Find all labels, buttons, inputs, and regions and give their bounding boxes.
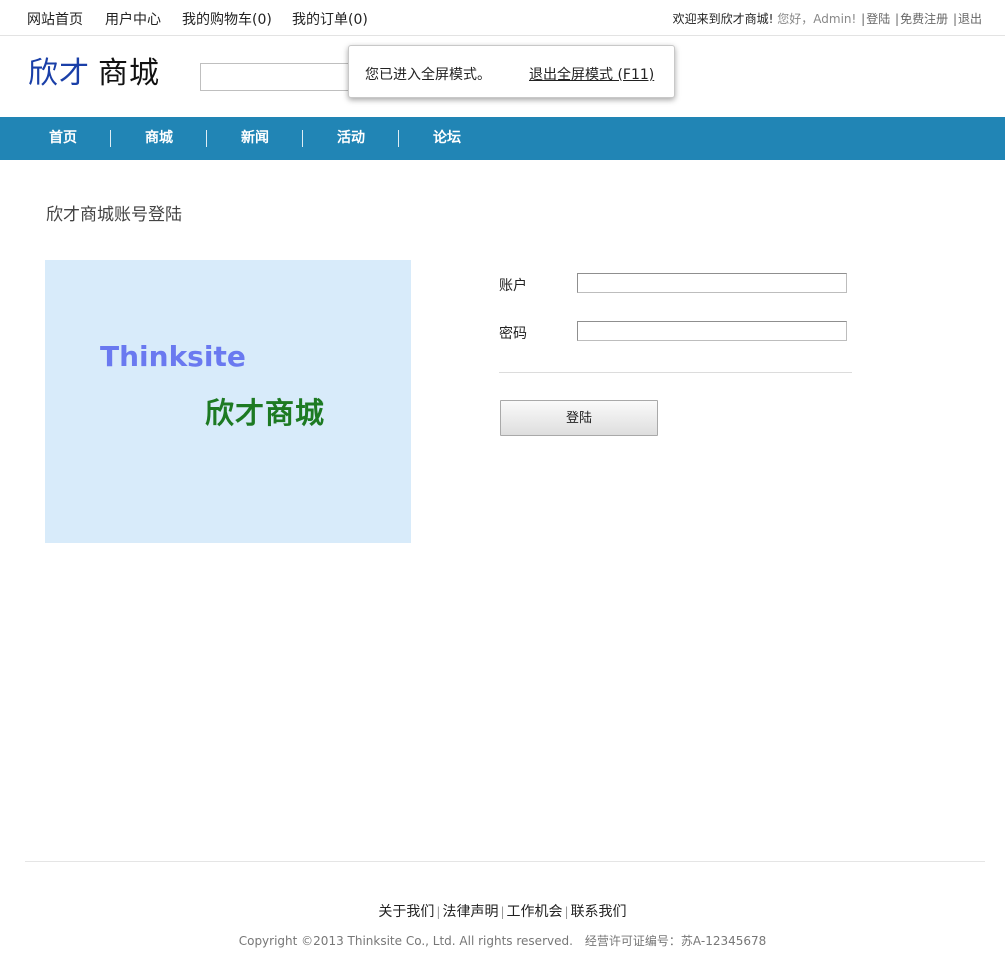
login-banner: Thinksite 欣才商城	[45, 260, 411, 543]
exit-fullscreen-link[interactable]: 退出全屏模式 (F11)	[529, 64, 654, 84]
welcome-text: 欢迎来到欣才商城!	[672, 12, 774, 26]
fullscreen-message: 您已进入全屏模式。	[365, 67, 491, 83]
fullscreen-notification: 您已进入全屏模式。 退出全屏模式 (F11)	[348, 45, 675, 98]
login-link[interactable]: 登陆	[866, 12, 890, 26]
nav-item-news[interactable]: 新闻	[207, 117, 303, 160]
form-divider	[499, 372, 852, 373]
footer-separator: |	[500, 905, 505, 919]
main-nav: 首页 商城 新闻 活动 论坛	[0, 117, 1005, 160]
greeting-text: 您好，Admin!	[777, 12, 857, 26]
top-link-home[interactable]: 网站首页	[27, 9, 83, 29]
top-link-orders[interactable]: 我的订单(0)	[292, 9, 368, 29]
password-input[interactable]	[577, 321, 847, 341]
top-link-cart[interactable]: 我的购物车(0)	[182, 9, 272, 29]
account-label: 账户	[499, 278, 527, 294]
top-bar: 网站首页 用户中心 我的购物车(0) 我的订单(0) 欢迎来到欣才商城! 您好，…	[0, 0, 1005, 36]
footer-divider	[25, 861, 985, 862]
site-logo[interactable]: 欣才 商城	[28, 55, 160, 93]
nav-item-events[interactable]: 活动	[303, 117, 399, 160]
register-link[interactable]: 免费注册	[900, 12, 948, 26]
logo-part-1: 欣才	[28, 56, 90, 91]
search-input[interactable]	[200, 63, 355, 91]
footer-separator: |	[564, 905, 569, 919]
footer-links: 关于我们 | 法律声明 | 工作机会 | 联系我们	[0, 901, 1005, 921]
login-button[interactable]: 登陆	[500, 400, 658, 436]
copyright: Copyright ©2013 Thinksite Co., Ltd. All …	[0, 932, 1005, 949]
page-title: 欣才商城账号登陆	[46, 205, 182, 225]
banner-brand-english: Thinksite	[100, 340, 246, 373]
nav-item-mall[interactable]: 商城	[111, 117, 207, 160]
top-link-user-center[interactable]: 用户中心	[105, 9, 161, 29]
logout-link[interactable]: 退出	[958, 12, 982, 26]
password-label: 密码	[499, 326, 527, 342]
user-status: 欢迎来到欣才商城! 您好，Admin! |登陆 |免费注册 |退出	[673, 10, 982, 27]
banner-brand-chinese: 欣才商城	[205, 396, 326, 430]
footer-link-about[interactable]: 关于我们	[378, 904, 434, 920]
logo-part-2: 商城	[98, 56, 160, 91]
license-text: 经营许可证编号：苏A-12345678	[584, 934, 767, 948]
footer-link-jobs[interactable]: 工作机会	[507, 904, 563, 920]
footer-link-contact[interactable]: 联系我们	[571, 904, 627, 920]
nav-item-forum[interactable]: 论坛	[399, 117, 495, 160]
nav-item-home[interactable]: 首页	[15, 117, 111, 160]
account-input[interactable]	[577, 273, 847, 293]
copyright-text: Copyright ©2013 Thinksite Co., Ltd. All …	[238, 934, 573, 948]
footer-link-legal[interactable]: 法律声明	[442, 904, 498, 920]
